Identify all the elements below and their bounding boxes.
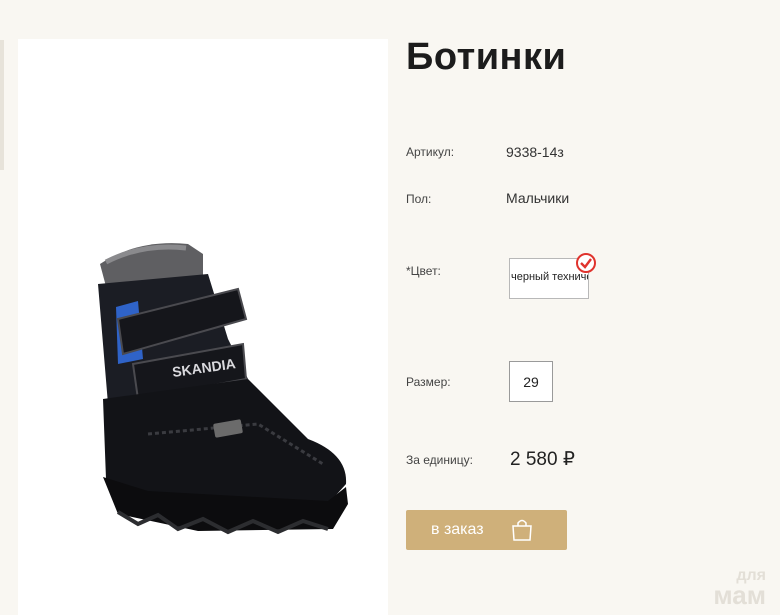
size-label: Размер: bbox=[406, 375, 451, 389]
color-label: *Цвет: bbox=[406, 264, 441, 278]
selected-check-icon bbox=[576, 253, 596, 273]
unit-price: 2 580 ₽ bbox=[510, 449, 575, 470]
article-label: Артикул: bbox=[406, 145, 455, 159]
size-option[interactable]: 29 bbox=[509, 361, 553, 402]
product-image-boot: SKANDIA bbox=[98, 243, 348, 535]
color-option-label: черный технический bbox=[511, 271, 588, 283]
page-title: Ботинки bbox=[406, 36, 567, 78]
article-value: 9338-14з bbox=[506, 144, 564, 160]
watermark-logo: для мам bbox=[713, 567, 766, 610]
side-edge bbox=[0, 40, 4, 170]
product-image-panel: SKANDIA bbox=[18, 39, 388, 615]
shopping-bag-icon bbox=[512, 519, 532, 541]
gender-label: Пол: bbox=[406, 192, 432, 206]
watermark-line2: мам bbox=[713, 579, 766, 610]
add-to-order-label: в заказ bbox=[431, 521, 484, 538]
gender-value: Мальчики bbox=[506, 190, 570, 206]
add-to-order-button[interactable]: в заказ bbox=[406, 510, 567, 550]
unit-price-label: За единицу: bbox=[406, 453, 473, 467]
